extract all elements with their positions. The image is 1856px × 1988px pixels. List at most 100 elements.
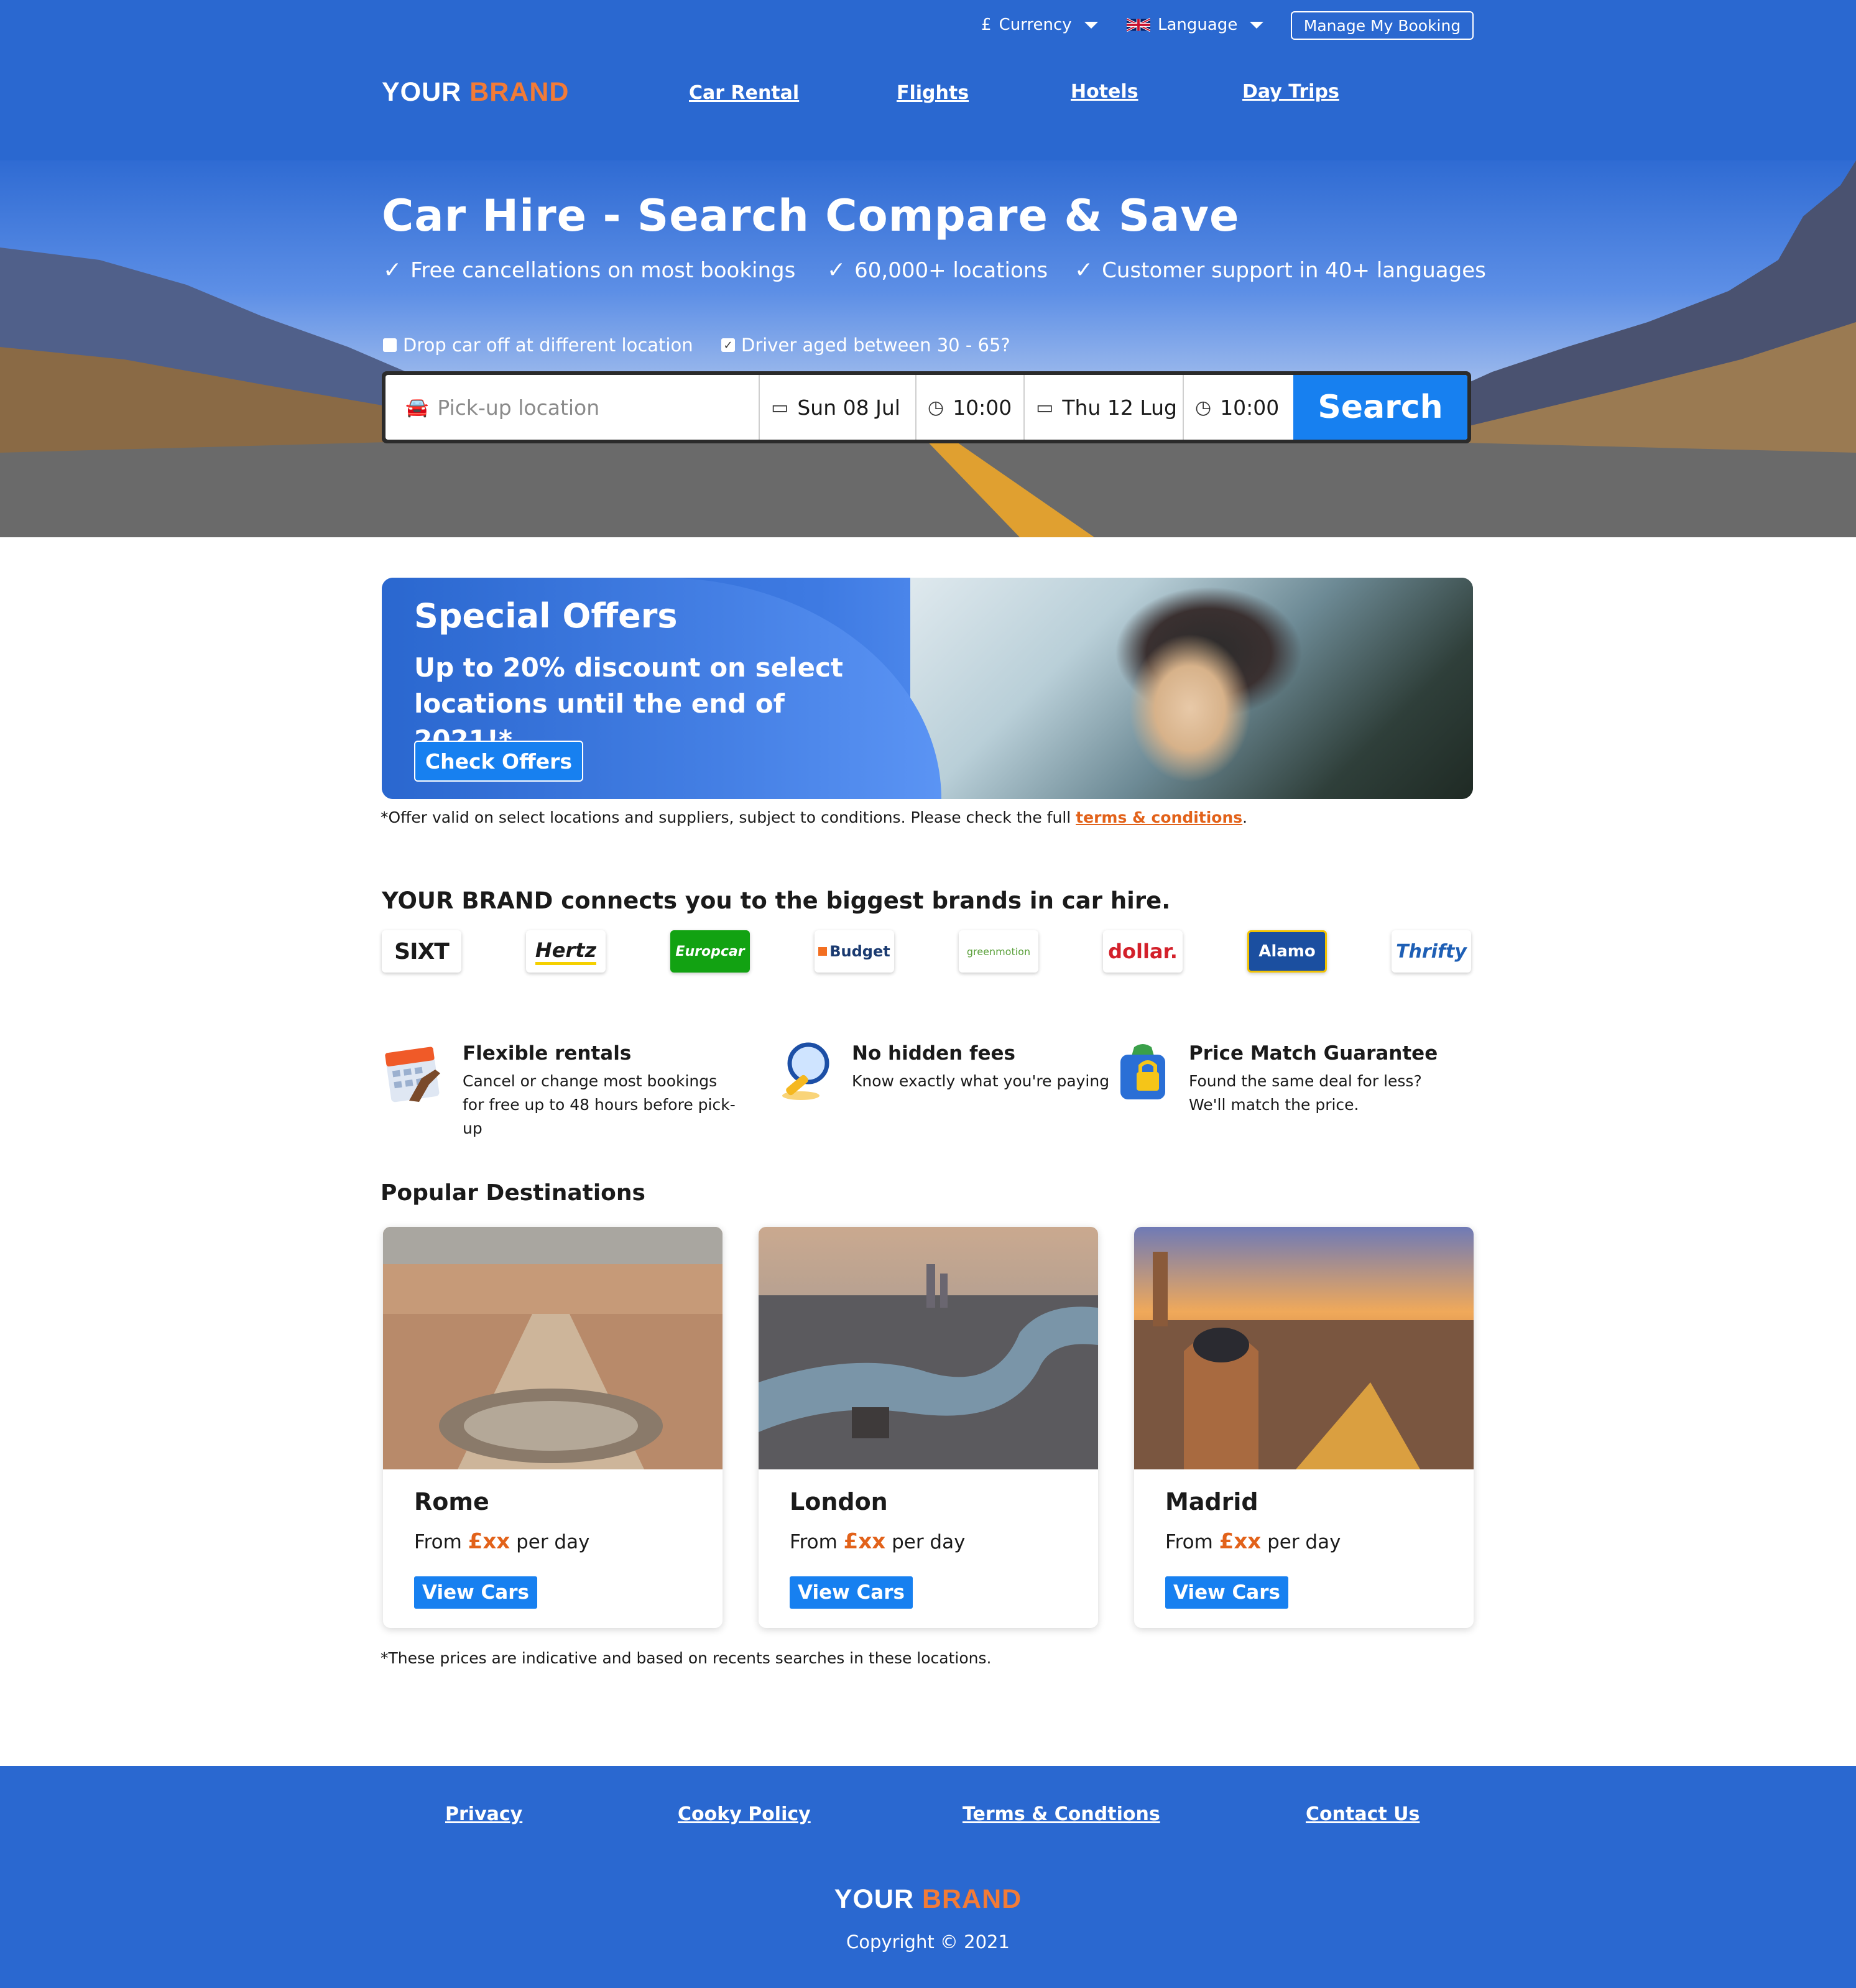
footer-brand-logo[interactable]: YOUR BRAND: [0, 1884, 1856, 1915]
pickup-date: Sun 08 Jul: [797, 395, 900, 420]
brand-logo-europcar: Europcar: [670, 930, 750, 973]
brand-logo-thrifty: Thrifty: [1392, 930, 1471, 973]
destination-card-london[interactable]: London From £xx per day View Cars: [759, 1227, 1098, 1628]
offer-note-suffix: .: [1242, 808, 1248, 826]
pickup-placeholder: Pick-up location: [437, 395, 600, 420]
footer-link-privacy[interactable]: Privacy: [445, 1803, 522, 1825]
nav-car-rental[interactable]: Car Rental: [689, 82, 799, 104]
offer-title: Special Offers: [414, 596, 678, 636]
rome-photo: [383, 1227, 723, 1469]
destinations-note: *These prices are indicative and based o…: [381, 1649, 992, 1667]
feature-title: No hidden fees: [852, 1042, 1015, 1065]
offer-note: *Offer valid on select locations and sup…: [381, 808, 1247, 826]
destination-city: London: [790, 1488, 888, 1515]
feature-title: Price Match Guarantee: [1189, 1042, 1438, 1065]
london-photo: [759, 1227, 1098, 1469]
language-label: Language: [1158, 16, 1238, 34]
feature-description: Found the same deal for less? We'll matc…: [1189, 1072, 1422, 1114]
dropoff-time: 10:00: [1220, 395, 1280, 420]
site-footer: Privacy Cooky Policy Terms & Condtions C…: [0, 1766, 1856, 1988]
search-button[interactable]: Search: [1293, 375, 1467, 440]
brand-logo-greenmotion: greenmotion: [959, 930, 1038, 973]
brand-logo[interactable]: YOUR BRAND: [382, 77, 569, 108]
different-location-label: Drop car off at different location: [403, 335, 693, 356]
view-cars-button[interactable]: View Cars: [1165, 1576, 1288, 1609]
price-per: per day: [892, 1531, 966, 1553]
brand-name: SIXT: [394, 938, 450, 964]
nav-flights[interactable]: Flights: [897, 82, 969, 104]
price-amount: £xx: [468, 1529, 510, 1554]
nav-day-trips[interactable]: Day Trips: [1242, 81, 1339, 103]
magnifier-icon: [782, 1042, 829, 1100]
brand-logo-alamo: Alamo: [1247, 930, 1327, 973]
dropoff-date-field[interactable]: ▭ Thu 12 Lug: [1025, 375, 1184, 440]
dropoff-date: Thu 12 Lug: [1062, 395, 1177, 420]
brands-title: YOUR BRAND connects you to the biggest b…: [382, 887, 1171, 914]
madrid-photo: [1134, 1227, 1474, 1469]
nav-hotels[interactable]: Hotels: [1071, 81, 1138, 103]
benefit-text: Customer support in 40+ languages: [1102, 257, 1486, 283]
feature-title: Flexible rentals: [463, 1042, 632, 1065]
destination-card-rome[interactable]: Rome From £xx per day View Cars: [383, 1227, 723, 1628]
price-amount: £xx: [1219, 1529, 1262, 1554]
terms-link[interactable]: terms & conditions: [1076, 808, 1242, 826]
brand-logo-dollar: dollar.: [1103, 930, 1183, 973]
driver-age-label: Driver aged between 30 - 65?: [741, 335, 1010, 356]
search-bar-inner: 🚘 Pick-up location ▭ Sun 08 Jul ◷ 10:00 …: [386, 375, 1467, 440]
feature-description: Know exactly what you're paying: [852, 1072, 1110, 1090]
footer-link-cookie-policy[interactable]: Cooky Policy: [678, 1803, 811, 1825]
check-offers-button[interactable]: Check Offers: [414, 741, 583, 782]
pickup-time-field[interactable]: ◷ 10:00: [916, 375, 1025, 440]
page: £ Currency Language Manage My Booking YO…: [0, 0, 1856, 1988]
price-from: From: [790, 1531, 838, 1553]
padlock-bag-icon: [1120, 1044, 1165, 1099]
manage-booking-button[interactable]: Manage My Booking: [1291, 11, 1474, 40]
brand-name: Europcar: [675, 943, 745, 959]
check-icon: ✓: [1074, 257, 1094, 283]
logo-part-2: BRAND: [469, 77, 570, 107]
footer-link-contact[interactable]: Contact Us: [1306, 1803, 1420, 1825]
dropoff-time-field[interactable]: ◷ 10:00: [1184, 375, 1293, 440]
destination-price: From £xx per day: [1165, 1529, 1341, 1554]
logo-part-1: YOUR: [834, 1884, 914, 1914]
chevron-down-icon: [1084, 21, 1098, 29]
view-cars-button[interactable]: View Cars: [790, 1576, 913, 1609]
pickup-date-field[interactable]: ▭ Sun 08 Jul: [760, 375, 916, 440]
brand-name: Thrifty: [1396, 940, 1467, 963]
check-icon: ✓: [827, 257, 846, 283]
special-offer-banner: Special Offers Up to 20% discount on sel…: [382, 578, 1473, 799]
different-location-checkbox[interactable]: [383, 338, 397, 352]
currency-label: Currency: [999, 16, 1072, 34]
price-from: From: [1165, 1531, 1213, 1553]
logo-part-2: BRAND: [921, 1884, 1022, 1914]
brand-name: dollar.: [1108, 940, 1178, 963]
hero-section: Car Hire - Search Compare & Save ✓ Free …: [0, 160, 1856, 537]
chevron-down-icon: [1250, 21, 1264, 29]
benefit-text: Free cancellations on most bookings: [410, 257, 796, 283]
price-per: per day: [516, 1531, 590, 1553]
price-from: From: [414, 1531, 462, 1553]
clock-icon: ◷: [1195, 396, 1212, 418]
benefit-item: ✓ 60,000+ locations: [827, 257, 1048, 283]
destination-price: From £xx per day: [790, 1529, 965, 1554]
driver-age-checkbox[interactable]: ✓: [721, 338, 735, 352]
pickup-location-input[interactable]: 🚘 Pick-up location: [386, 375, 760, 440]
calendar-icon: ▭: [1036, 396, 1054, 418]
driver-age-option[interactable]: ✓ Driver aged between 30 - 65?: [721, 335, 1010, 356]
offer-photo: [910, 578, 1473, 799]
budget-mark-icon: [818, 947, 828, 956]
destination-card-madrid[interactable]: Madrid From £xx per day View Cars: [1134, 1227, 1474, 1628]
pickup-time: 10:00: [953, 395, 1012, 420]
footer-link-terms[interactable]: Terms & Condtions: [963, 1803, 1160, 1825]
brand-name: Alamo: [1258, 942, 1316, 961]
different-location-option[interactable]: Drop car off at different location: [383, 335, 693, 356]
brand-logo-sixt: SIXT: [382, 930, 461, 973]
view-cars-button[interactable]: View Cars: [414, 1576, 537, 1609]
language-selector[interactable]: Language: [1127, 11, 1264, 39]
uk-flag-icon: [1127, 17, 1150, 32]
brand-logo-hertz: Hertz: [526, 930, 606, 973]
currency-selector[interactable]: £ Currency: [981, 11, 1098, 39]
brand-name: Hertz: [535, 938, 597, 965]
destination-city: Madrid: [1165, 1488, 1258, 1515]
search-bar: 🚘 Pick-up location ▭ Sun 08 Jul ◷ 10:00 …: [382, 371, 1471, 443]
